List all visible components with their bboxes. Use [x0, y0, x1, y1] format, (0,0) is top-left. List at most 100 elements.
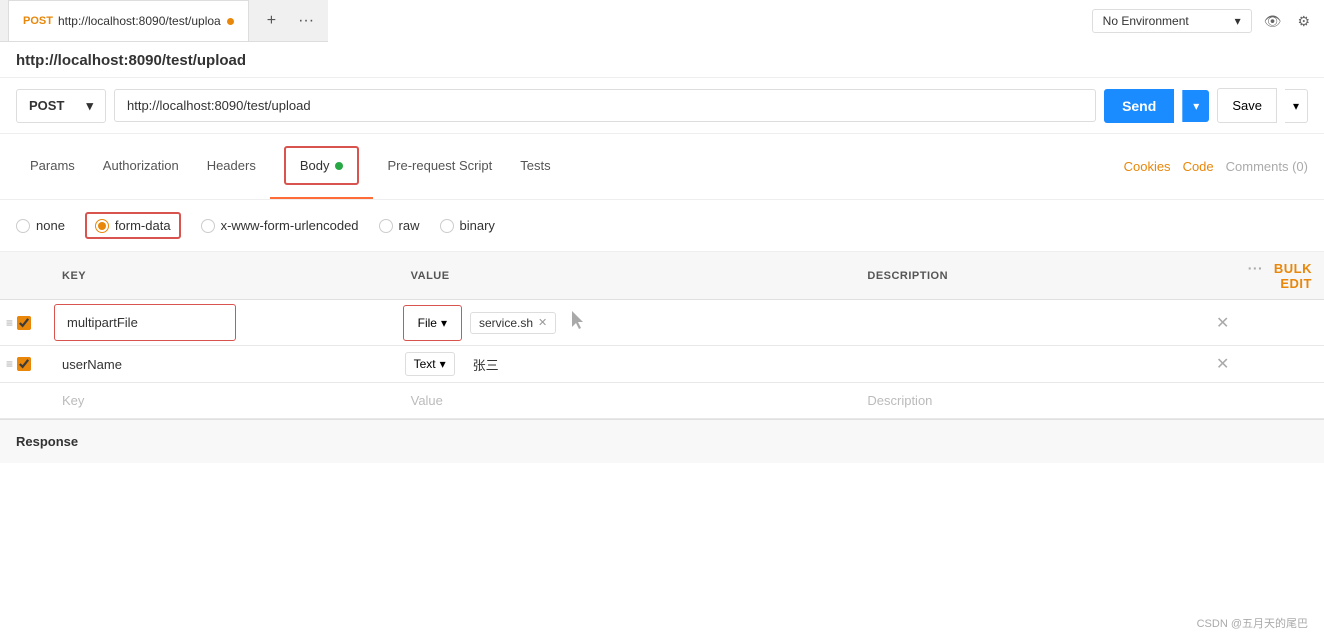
placeholder-key: Key [50, 383, 399, 418]
row2-desc-input[interactable] [855, 347, 1204, 382]
params-table: KEY VALUE DESCRIPTION ··· Bulk Edit ≡ [0, 252, 1324, 419]
eye-icon[interactable]: 👁 [1260, 9, 1286, 34]
col-actions-header [0, 252, 50, 300]
none-radio-circle [16, 219, 30, 233]
send-dropdown-button[interactable]: ▾ [1182, 90, 1209, 122]
row2-actions: ≡ [0, 346, 50, 383]
empty-desc-cell: Description [855, 383, 1204, 419]
cursor-indicator [568, 309, 588, 336]
response-title: Response [16, 434, 78, 449]
row1-file-type-button[interactable]: File ▾ [410, 312, 455, 334]
row2-value-input[interactable] [461, 347, 856, 382]
form-data-label: form-data [115, 218, 171, 233]
row1-key-input[interactable] [55, 305, 235, 340]
form-data-radio-inner [98, 222, 106, 230]
row2-desc-cell [855, 346, 1204, 383]
binary-radio[interactable]: binary [440, 218, 495, 233]
footer-text: CSDN @五月天的尾巴 [1197, 618, 1308, 630]
none-radio[interactable]: none [16, 218, 65, 233]
row1-remove-cell: ✕ [1204, 300, 1324, 346]
tab-authorization[interactable]: Authorization [89, 146, 193, 187]
row1-checkbox[interactable] [17, 316, 31, 330]
placeholder-value: Value [399, 383, 856, 418]
row1-value-cell: File ▾ service.sh ✕ [399, 300, 856, 346]
urlencoded-radio[interactable]: x-www-form-urlencoded [201, 218, 359, 233]
more-tabs-button[interactable]: ··· [292, 8, 320, 34]
method-label: POST [29, 98, 64, 113]
row1-remove-button[interactable]: ✕ [1204, 307, 1241, 340]
empty-remove-cell [1204, 383, 1324, 419]
col-key-header: KEY [50, 252, 399, 300]
row1-type-chevron-icon: ▾ [441, 316, 447, 330]
row2-text-type-button[interactable]: Text ▾ [405, 352, 455, 376]
row2-checkbox[interactable] [17, 357, 31, 371]
row2-remove-button[interactable]: ✕ [1204, 348, 1241, 381]
row1-desc-cell [855, 300, 1204, 346]
raw-radio-circle [379, 219, 393, 233]
cookies-link[interactable]: Cookies [1124, 159, 1171, 174]
save-button[interactable]: Save [1217, 88, 1277, 123]
row1-desc-input[interactable] [855, 305, 1204, 340]
row2-key-input[interactable] [50, 347, 399, 382]
table-row-empty: Key Value Description [0, 383, 1324, 419]
request-bar: POST ▾ Send ▾ Save ▾ [0, 78, 1324, 134]
response-section: Response [0, 419, 1324, 463]
binary-label: binary [460, 218, 495, 233]
row1-file-tag: service.sh ✕ [470, 312, 556, 334]
chevron-down-icon: ▾ [1235, 14, 1241, 28]
tab-unsaved-dot [227, 18, 234, 25]
row2-key-cell [50, 346, 399, 383]
row2-type-chevron-icon: ▾ [440, 357, 446, 371]
method-select[interactable]: POST ▾ [16, 89, 106, 123]
comments-link[interactable]: Comments (0) [1226, 159, 1308, 174]
table-row: ≡ File ▾ servic [0, 300, 1324, 346]
row1-filename: service.sh [479, 316, 533, 330]
add-tab-button[interactable]: + [261, 8, 282, 34]
urlencoded-label: x-www-form-urlencoded [221, 218, 359, 233]
tab-url: http://localhost:8090/test/uploa [58, 14, 221, 28]
raw-radio[interactable]: raw [379, 218, 420, 233]
bulk-edit-button[interactable]: Bulk Edit [1274, 261, 1312, 291]
row2-remove-cell: ✕ [1204, 346, 1324, 383]
send-button[interactable]: Send [1104, 89, 1174, 123]
more-options-button[interactable]: ··· [1248, 260, 1264, 276]
code-link[interactable]: Code [1183, 159, 1214, 174]
drag-handle-icon[interactable]: ≡ [6, 357, 13, 371]
save-dropdown-button[interactable]: ▾ [1285, 89, 1308, 123]
url-input[interactable] [114, 89, 1096, 122]
none-label: none [36, 218, 65, 233]
url-title-section: http://localhost:8090/test/upload [0, 42, 1324, 78]
tabs-nav: Params Authorization Headers Body Pre-re… [0, 134, 1324, 200]
row1-type-label: File [418, 316, 437, 330]
binary-radio-circle [440, 219, 454, 233]
url-title: http://localhost:8090/test/upload [16, 52, 246, 69]
tab-pre-request[interactable]: Pre-request Script [373, 146, 506, 187]
empty-value-cell: Value [399, 383, 856, 419]
tab-body[interactable]: Body [270, 134, 374, 199]
body-options: none form-data x-www-form-urlencoded raw… [0, 200, 1324, 252]
form-data-option-border: form-data [85, 212, 181, 239]
tab-params[interactable]: Params [16, 146, 89, 187]
bulk-edit-header: ··· Bulk Edit [1204, 252, 1324, 300]
drag-handle-icon[interactable]: ≡ [6, 316, 13, 330]
tab-method: POST [23, 15, 53, 27]
tab-tests[interactable]: Tests [506, 146, 564, 187]
form-data-radio[interactable]: form-data [95, 218, 171, 233]
col-value-header: VALUE [399, 252, 856, 300]
footer: CSDN @五月天的尾巴 [1181, 609, 1324, 637]
raw-label: raw [399, 218, 420, 233]
settings-icon[interactable]: ⚙ [1293, 9, 1314, 34]
row1-key-cell [50, 300, 399, 346]
body-active-dot [335, 162, 343, 170]
row1-file-remove-icon[interactable]: ✕ [538, 316, 547, 329]
empty-key-cell: Key [50, 383, 399, 419]
row2-value-cell: Text ▾ [399, 346, 856, 383]
active-tab[interactable]: POST http://localhost:8090/test/uploa [8, 0, 249, 41]
table-row: ≡ Text ▾ ✕ [0, 346, 1324, 383]
environment-label: No Environment [1103, 14, 1189, 28]
tab-headers[interactable]: Headers [193, 146, 270, 187]
environment-select[interactable]: No Environment ▾ [1092, 9, 1252, 33]
form-data-radio-circle [95, 219, 109, 233]
placeholder-desc: Description [855, 383, 1204, 418]
urlencoded-radio-circle [201, 219, 215, 233]
